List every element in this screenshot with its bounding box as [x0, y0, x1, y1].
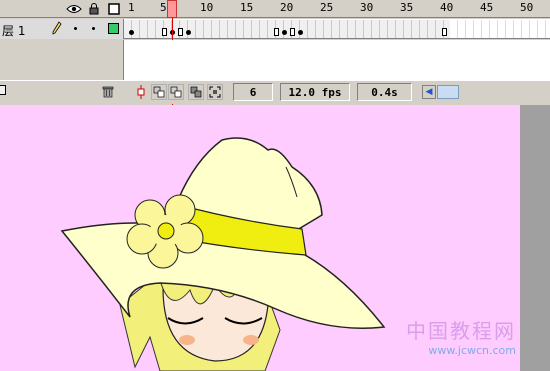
empty-frames — [450, 20, 550, 38]
ruler-label: 10 — [200, 1, 214, 14]
keyframe[interactable] — [298, 30, 303, 35]
layer-name: 层 1 — [2, 24, 26, 38]
timeline-header: 1 5 10 15 20 25 30 35 40 45 50 — [0, 0, 550, 18]
frame-rate-readout[interactable]: 12.0 fps — [280, 83, 350, 101]
center-frame-icon[interactable] — [133, 84, 149, 100]
frame-ruler[interactable]: 1 5 10 15 20 25 30 35 40 45 50 — [124, 0, 550, 18]
timeline-bottom-bar: 6 12.0 fps 0.4s ◀ — [0, 80, 550, 104]
layer-list-empty — [0, 40, 124, 80]
ruler-label: 35 — [400, 1, 414, 14]
witch-character-artwork[interactable] — [0, 105, 520, 371]
trash-icon[interactable] — [101, 84, 115, 101]
ruler-label: 20 — [280, 1, 294, 14]
layer-color-swatch[interactable] — [108, 23, 119, 34]
ruler-label: 40 — [440, 1, 454, 14]
modify-onion-markers-icon[interactable] — [207, 84, 223, 100]
end-frame[interactable] — [162, 28, 167, 36]
ruler-label: 15 — [240, 1, 254, 14]
layer-row[interactable]: 层 1 — [0, 19, 550, 39]
ruler-label: 5 — [160, 1, 167, 14]
outline-icon[interactable] — [108, 2, 120, 15]
layer-name-cell[interactable]: 层 1 — [0, 19, 124, 39]
current-frame-readout: 6 — [233, 83, 273, 101]
stage-canvas[interactable]: 中国教程网 www.jcwcn.com — [0, 105, 520, 371]
ruler-label: 50 — [520, 1, 534, 14]
pencil-icon — [52, 21, 62, 38]
ruler-label: 25 — [320, 1, 334, 14]
playhead[interactable] — [167, 0, 177, 18]
end-frame[interactable] — [274, 28, 279, 36]
edit-multiple-frames-icon[interactable] — [188, 84, 204, 100]
onion-skin-icon[interactable] — [151, 84, 167, 100]
layer-empty-area — [0, 40, 550, 80]
end-frame[interactable] — [178, 28, 183, 36]
end-frame[interactable] — [442, 28, 447, 36]
ruler-label: 1 — [128, 1, 135, 14]
horizontal-scrollbar-thumb[interactable] — [437, 85, 459, 99]
ruler-label: 45 — [480, 1, 494, 14]
lock-icon[interactable] — [88, 2, 100, 15]
keyframe[interactable] — [282, 30, 287, 35]
frame-track[interactable] — [124, 19, 550, 39]
scroll-left-arrow-icon[interactable]: ◀ — [422, 85, 436, 99]
onion-skin-outlines-icon[interactable] — [168, 84, 184, 100]
eye-icon[interactable] — [66, 2, 82, 15]
stage-scroll-gutter — [520, 105, 550, 371]
keyframe[interactable] — [129, 30, 134, 35]
elapsed-time-readout: 0.4s — [357, 83, 412, 101]
folder-icon[interactable] — [0, 85, 6, 95]
ruler-label: 30 — [360, 1, 374, 14]
lock-dot[interactable] — [92, 27, 95, 30]
visibility-dot[interactable] — [74, 27, 77, 30]
end-frame[interactable] — [290, 28, 295, 36]
keyframe[interactable] — [186, 30, 191, 35]
